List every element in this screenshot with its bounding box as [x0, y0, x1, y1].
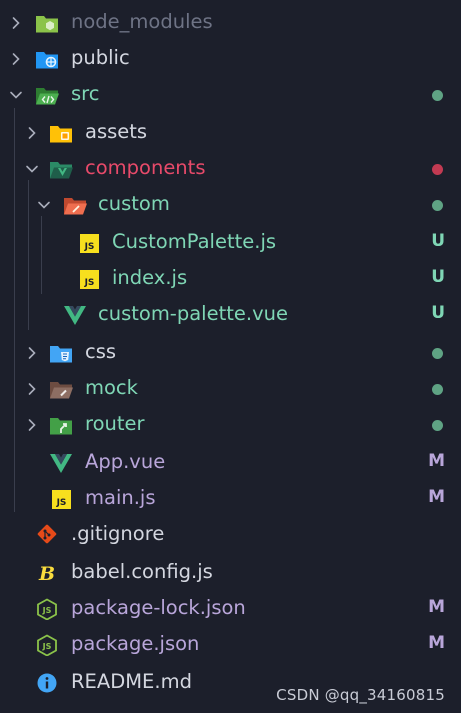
chevron-right-icon[interactable] [8, 15, 24, 31]
babel-file-icon: B [35, 562, 59, 584]
tree-folder[interactable]: router [0, 407, 461, 443]
git-file-icon [35, 524, 59, 546]
tree-folder[interactable]: public [0, 41, 461, 77]
tree-item-label: router [85, 412, 145, 435]
chevron-down-icon[interactable] [8, 87, 24, 103]
node-modules-folder-icon [35, 12, 59, 34]
tree-item-label: package.json [71, 632, 200, 655]
tree-file[interactable]: .gitignore [0, 517, 461, 553]
svg-text:B: B [38, 563, 55, 584]
tree-item-label: README.md [71, 670, 192, 693]
tree-file[interactable]: JS index.js U [0, 261, 461, 297]
svg-text:JS: JS [84, 278, 95, 288]
tree-file[interactable]: Bbabel.config.js [0, 555, 461, 591]
custom-folder-icon [63, 194, 87, 216]
chevron-right-icon[interactable] [24, 125, 40, 141]
tree-item-label: CustomPalette.js [112, 230, 277, 253]
svg-text:JS: JS [42, 642, 52, 651]
tree-item-label: .gitignore [71, 522, 165, 545]
nodejs-file-icon: JS [35, 634, 59, 656]
git-status-dot [432, 384, 443, 395]
git-status-dot [432, 90, 443, 101]
src-folder-icon [35, 84, 59, 106]
vue-file-icon [63, 304, 87, 326]
css-folder-icon [49, 342, 73, 364]
git-status-dot [432, 348, 443, 359]
tree-item-label: components [85, 156, 206, 179]
tree-file[interactable]: JS CustomPalette.js U [0, 225, 461, 261]
git-untracked-badge: U [431, 303, 445, 323]
tree-folder[interactable]: components [0, 151, 461, 187]
tree-file[interactable]: JS package.json M [0, 627, 461, 663]
csdn-watermark: CSDN @qq_34160815 [276, 686, 445, 704]
tree-item-label: custom [98, 192, 170, 215]
info-file-icon [35, 672, 59, 694]
tree-item-label: package-lock.json [71, 596, 246, 619]
git-modified-badge: M [428, 633, 445, 653]
tree-folder[interactable]: mock [0, 371, 461, 407]
components-folder-icon [49, 158, 73, 180]
tree-item-label: node_modules [71, 10, 213, 33]
git-modified-badge: M [428, 487, 445, 507]
svg-text:JS: JS [42, 606, 52, 615]
tree-item-label: public [71, 46, 130, 69]
git-status-dot [432, 420, 443, 431]
javascript-file-icon: JS [77, 268, 101, 290]
git-untracked-badge: U [431, 267, 445, 287]
tree-item-label: mock [85, 376, 138, 399]
git-untracked-badge: U [431, 231, 445, 251]
git-modified-badge: M [428, 597, 445, 617]
tree-file[interactable]: JS package-lock.json M [0, 591, 461, 627]
tree-file[interactable]: JS main.js M [0, 481, 461, 517]
tree-folder[interactable]: assets [0, 115, 461, 151]
tree-item-label: assets [85, 120, 148, 143]
tree-item-label: index.js [112, 266, 188, 289]
tree-folder[interactable]: custom [0, 187, 461, 223]
mock-folder-icon [49, 378, 73, 400]
chevron-right-icon[interactable] [24, 381, 40, 397]
tree-item-label: custom-palette.vue [98, 302, 288, 325]
tree-file[interactable]: App.vue M [0, 445, 461, 481]
chevron-down-icon[interactable] [36, 197, 52, 213]
chevron-right-icon[interactable] [8, 51, 24, 67]
git-error-dot [432, 164, 443, 175]
tree-item-label: src [71, 82, 100, 105]
assets-folder-icon [49, 122, 73, 144]
tree-folder[interactable]: css [0, 335, 461, 371]
tree-item-label: main.js [85, 486, 156, 509]
chevron-right-icon[interactable] [24, 345, 40, 361]
chevron-down-icon[interactable] [24, 161, 40, 177]
tree-item-label: css [85, 340, 117, 363]
tree-folder[interactable]: src [0, 77, 461, 113]
javascript-file-icon: JS [77, 232, 101, 254]
tree-item-label: App.vue [85, 450, 166, 473]
git-modified-badge: M [428, 451, 445, 471]
tree-item-label: babel.config.js [71, 560, 213, 583]
tree-folder[interactable]: node_modules [0, 5, 461, 41]
svg-text:JS: JS [84, 242, 95, 252]
chevron-right-icon[interactable] [24, 417, 40, 433]
router-folder-icon [49, 414, 73, 436]
nodejs-file-icon: JS [35, 598, 59, 620]
javascript-file-icon: JS [49, 488, 73, 510]
public-folder-icon [35, 48, 59, 70]
git-status-dot [432, 200, 443, 211]
svg-text:JS: JS [56, 498, 67, 508]
tree-file[interactable]: custom-palette.vue U [0, 297, 461, 333]
vue-file-icon [49, 452, 73, 474]
